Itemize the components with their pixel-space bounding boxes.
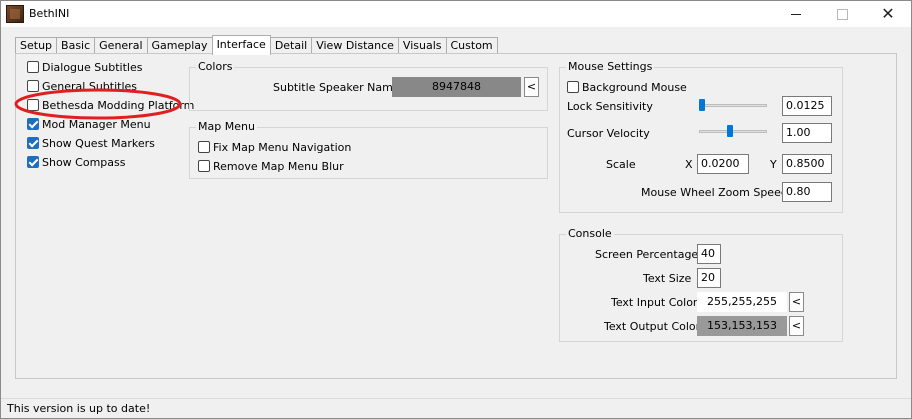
bethesda-modding-platform-label: Bethesda Modding Platform — [42, 98, 195, 112]
text-input-color-label: Text Input Color — [611, 296, 698, 309]
show-compass-label: Show Compass — [42, 155, 126, 169]
mod-manager-menu-option[interactable]: Mod Manager Menu — [27, 116, 151, 132]
status-text: This version is up to date! — [7, 402, 151, 415]
lock-sensitivity-label: Lock Sensitivity — [567, 100, 653, 113]
show-quest-markers-option[interactable]: Show Quest Markers — [27, 135, 155, 151]
dialogue-subtitles-checkbox[interactable] — [27, 61, 39, 73]
text-size-input[interactable]: 20 — [697, 268, 721, 288]
maximize-button[interactable] — [819, 1, 865, 27]
fix-map-menu-navigation-option[interactable]: Fix Map Menu Navigation — [198, 139, 351, 155]
show-compass-checkbox[interactable] — [27, 156, 39, 168]
fix-map-menu-navigation-checkbox[interactable] — [198, 141, 210, 153]
text-input-color-swatch[interactable]: 255,255,255 — [697, 292, 787, 312]
tab-visuals[interactable]: Visuals — [397, 37, 447, 54]
general-subtitles-option[interactable]: General Subtitles — [27, 78, 137, 94]
close-button[interactable]: ✕ — [865, 1, 911, 27]
cursor-velocity-slider[interactable] — [699, 125, 767, 139]
general-subtitles-label: General Subtitles — [42, 79, 138, 93]
remove-map-menu-blur-option[interactable]: Remove Map Menu Blur — [198, 158, 344, 174]
text-size-label: Text Size — [643, 272, 692, 285]
cursor-velocity-label: Cursor Velocity — [567, 127, 650, 140]
colors-group-title: Colors — [196, 60, 235, 73]
text-output-color-label: Text Output Color — [604, 320, 701, 333]
tab-detail[interactable]: Detail — [269, 37, 313, 54]
dialogue-subtitles-option[interactable]: Dialogue Subtitles — [27, 59, 142, 75]
cursor-velocity-input[interactable]: 1.00 — [782, 123, 832, 143]
background-mouse-option[interactable]: Background Mouse — [567, 79, 687, 95]
bethesda-modding-platform-option[interactable]: Bethesda Modding Platform — [27, 97, 194, 113]
maximize-icon — [836, 8, 848, 20]
tab-interface[interactable]: Interface — [211, 35, 271, 55]
scale-x-input[interactable]: 0.0200 — [697, 154, 749, 174]
subtitle-speaker-name-label: Subtitle Speaker Name — [273, 81, 400, 94]
minimize-button[interactable] — [773, 1, 819, 27]
tab-general[interactable]: General — [94, 37, 148, 54]
map-menu-group-title: Map Menu — [196, 120, 257, 133]
app-icon — [6, 5, 24, 23]
scale-x-label: X — [685, 158, 693, 171]
screen-percentage-input[interactable]: 40 — [697, 244, 721, 264]
dialogue-subtitles-label: Dialogue Subtitles — [42, 60, 143, 74]
status-bar: This version is up to date! — [1, 398, 911, 418]
background-mouse-checkbox[interactable] — [567, 81, 579, 93]
show-quest-markers-checkbox[interactable] — [27, 137, 39, 149]
mod-manager-menu-checkbox[interactable] — [27, 118, 39, 130]
mouse-settings-group-title: Mouse Settings — [566, 60, 655, 73]
text-output-color-swatch[interactable]: 153,153,153 — [697, 316, 787, 336]
lock-sensitivity-input[interactable]: 0.0125 — [782, 96, 832, 116]
scale-label: Scale — [606, 158, 636, 171]
bethini-window: BethINI ✕ Setup Basic General Gameplay I… — [0, 0, 912, 419]
tab-view-distance[interactable]: View Distance — [311, 37, 399, 54]
tab-custom[interactable]: Custom — [445, 37, 498, 54]
lock-sensitivity-slider[interactable] — [699, 99, 767, 113]
close-icon: ✕ — [881, 4, 895, 23]
mouse-wheel-zoom-speed-label: Mouse Wheel Zoom Speed — [641, 186, 788, 199]
scale-y-label: Y — [770, 158, 777, 171]
text-input-color-picker-button[interactable]: < — [789, 292, 804, 312]
show-compass-option[interactable]: Show Compass — [27, 154, 126, 170]
background-mouse-label: Background Mouse — [582, 80, 687, 94]
cursor-velocity-slider-thumb[interactable] — [727, 125, 733, 137]
mouse-wheel-zoom-speed-input[interactable]: 0.80 — [782, 182, 832, 202]
mod-manager-menu-label: Mod Manager Menu — [42, 117, 151, 131]
cursor-velocity-slider-track — [699, 130, 767, 133]
tab-strip: Setup Basic General Gameplay Interface D… — [15, 35, 498, 55]
subtitle-speaker-color-swatch[interactable]: 8947848 — [392, 77, 521, 97]
lock-sensitivity-slider-thumb[interactable] — [699, 99, 705, 111]
tab-gameplay[interactable]: Gameplay — [146, 37, 213, 54]
subtitle-speaker-color-picker-button[interactable]: < — [524, 77, 539, 97]
general-subtitles-checkbox[interactable] — [27, 80, 39, 92]
console-group-title: Console — [566, 227, 614, 240]
window-title: BethINI — [29, 7, 70, 20]
show-quest-markers-label: Show Quest Markers — [42, 136, 155, 150]
fix-map-menu-navigation-label: Fix Map Menu Navigation — [213, 140, 352, 154]
title-bar[interactable]: BethINI ✕ — [1, 1, 911, 27]
bethesda-modding-platform-checkbox[interactable] — [27, 99, 39, 111]
lock-sensitivity-slider-track — [699, 104, 767, 107]
scale-y-input[interactable]: 0.8500 — [782, 154, 832, 174]
tab-basic[interactable]: Basic — [56, 37, 96, 54]
remove-map-menu-blur-label: Remove Map Menu Blur — [213, 159, 344, 173]
minimize-icon — [791, 13, 801, 15]
screen-percentage-label: Screen Percentage — [595, 248, 699, 261]
remove-map-menu-blur-checkbox[interactable] — [198, 160, 210, 172]
tab-setup[interactable]: Setup — [15, 37, 58, 54]
text-output-color-picker-button[interactable]: < — [789, 316, 804, 336]
